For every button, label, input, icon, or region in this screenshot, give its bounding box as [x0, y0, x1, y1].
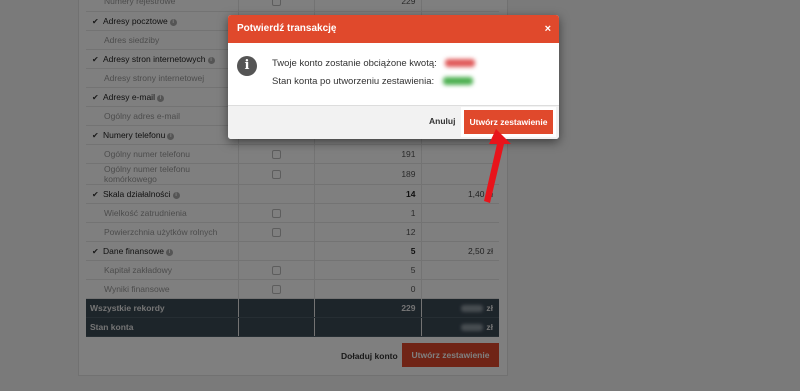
balance-amount-redacted [442, 77, 473, 86]
dialog-body: i Twoje konto zostanie obciążone kwotą: … [228, 43, 559, 105]
dialog-header: Potwierdź transakcję × [228, 15, 559, 43]
confirm-transaction-dialog: Potwierdź transakcję × i Twoje konto zos… [228, 15, 559, 139]
info-icon: i [237, 56, 257, 76]
dialog-title: Potwierdź transakcję [237, 23, 337, 34]
red-arrow-annotation [484, 129, 511, 203]
close-icon[interactable]: × [545, 15, 551, 43]
charge-amount-redacted [445, 59, 476, 68]
arrow-shape [484, 129, 511, 203]
charge-line: Twoje konto zostanie obciążone kwotą: [272, 58, 476, 69]
charge-label: Twoje konto zostanie obciążone kwotą: [272, 58, 437, 69]
balance-line: Stan konta po utworzeniu zestawienia: [272, 76, 473, 87]
cancel-button[interactable]: Anuluj [429, 116, 455, 126]
balance-label: Stan konta po utworzeniu zestawienia: [272, 76, 435, 87]
